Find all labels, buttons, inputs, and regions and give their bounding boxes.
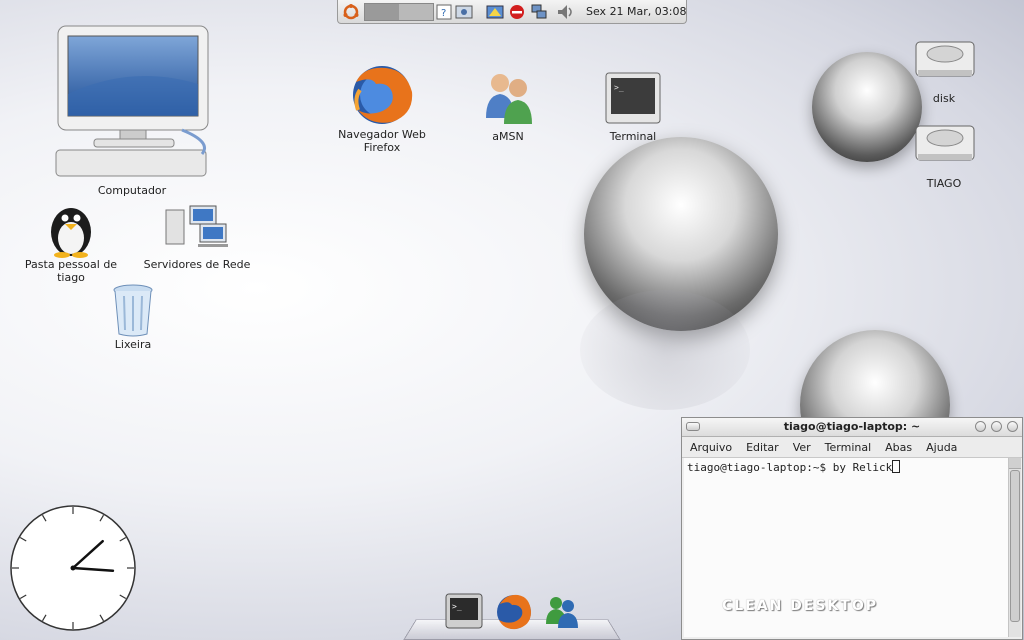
terminal-scrollbar[interactable] [1008, 458, 1021, 637]
desktop-icon-trash[interactable]: Lixeira [100, 282, 166, 354]
menu-abas[interactable]: Abas [877, 437, 918, 457]
menu-ajuda[interactable]: Ajuda [918, 437, 963, 457]
harddisk-icon [915, 125, 975, 161]
panel-clock[interactable]: Sex 21 Mar, 03:08 [586, 5, 687, 18]
desktop-icon-disk[interactable]: disk [910, 36, 978, 108]
menu-terminal[interactable]: Terminal [817, 437, 878, 457]
dock-messenger-icon[interactable] [542, 592, 582, 632]
scroll-up-arrow[interactable] [1009, 458, 1021, 469]
firefox-icon [353, 66, 413, 124]
dock-firefox-icon[interactable] [494, 592, 534, 632]
desktop-icon-firefox[interactable]: Navegador Web Firefox [334, 62, 430, 160]
scroll-thumb[interactable] [1010, 470, 1020, 622]
network-icon[interactable] [530, 3, 548, 21]
computer-icon [55, 25, 209, 177]
help-icon[interactable]: ? [436, 3, 452, 21]
dock-terminal-icon[interactable]: >_ [444, 592, 484, 632]
workspace-switcher-icon[interactable] [364, 3, 434, 21]
stop-icon[interactable] [508, 3, 526, 21]
cursor [892, 460, 901, 473]
wallpaper-watermark: CLEAN DESKTOP [722, 598, 879, 614]
menu-ver[interactable]: Ver [785, 437, 817, 457]
ubuntu-menu-icon[interactable] [342, 3, 360, 21]
trash-icon [113, 284, 153, 337]
desktop-icon-tiago[interactable]: TIAGO [910, 120, 978, 192]
desktop-icon-amsn[interactable]: aMSN [472, 68, 544, 144]
wallpaper-sphere-top [812, 52, 922, 162]
desktop-icon-label: Lixeira [114, 338, 152, 351]
terminal-icon: >_ [605, 72, 661, 124]
menu-editar[interactable]: Editar [738, 437, 785, 457]
desktop-icon-computer[interactable]: Computador [52, 24, 212, 200]
network-servers-icon [165, 205, 228, 247]
svg-text:>_: >_ [614, 83, 624, 92]
desktop-icon-label: Computador [97, 184, 167, 197]
minimize-button[interactable] [975, 421, 986, 432]
desktop-icon-terminal[interactable]: >_ Terminal [596, 70, 670, 144]
svg-text:>_: >_ [452, 602, 462, 611]
tux-icon [51, 208, 91, 258]
menu-arquivo[interactable]: Arquivo [682, 437, 738, 457]
harddisk-icon [915, 41, 975, 77]
desktop-icon-home[interactable]: Pasta pessoal de tiago [22, 202, 120, 288]
terminal-titlebar[interactable]: tiago@tiago-laptop: ~ [682, 418, 1022, 437]
desktop-icon-label: aMSN [492, 130, 524, 143]
analog-clock-widget [10, 505, 136, 631]
desktop-icon-network-servers[interactable]: Servidores de Rede [142, 202, 252, 274]
close-button[interactable] [1007, 421, 1018, 432]
volume-icon[interactable] [556, 3, 576, 21]
window-menu-button[interactable] [686, 422, 700, 431]
wallpaper-sphere-reflection [580, 290, 750, 410]
top-panel: ? Sex 21 Mar, 03:08 [337, 0, 687, 24]
svg-text:?: ? [441, 8, 446, 19]
desktop-icon-label: Navegador Web Firefox [338, 128, 426, 154]
terminal-menubar: Arquivo Editar Ver Terminal Abas Ajuda [682, 437, 1022, 458]
terminal-title: tiago@tiago-laptop: ~ [783, 420, 921, 433]
desktop-icon-label: TIAGO [926, 177, 962, 190]
desktop-icon-label: Servidores de Rede [143, 258, 251, 271]
desktop-icon-label: disk [932, 92, 956, 105]
screenshot-icon[interactable] [455, 3, 473, 21]
update-notifier-icon[interactable] [486, 3, 504, 21]
amsn-icon [486, 74, 532, 124]
terminal-line: tiago@tiago-laptop:~$ by Relick [687, 461, 893, 474]
maximize-button[interactable] [991, 421, 1002, 432]
desktop-icon-label: Pasta pessoal de tiago [24, 258, 118, 284]
desktop-icon-label: Terminal [609, 130, 657, 143]
